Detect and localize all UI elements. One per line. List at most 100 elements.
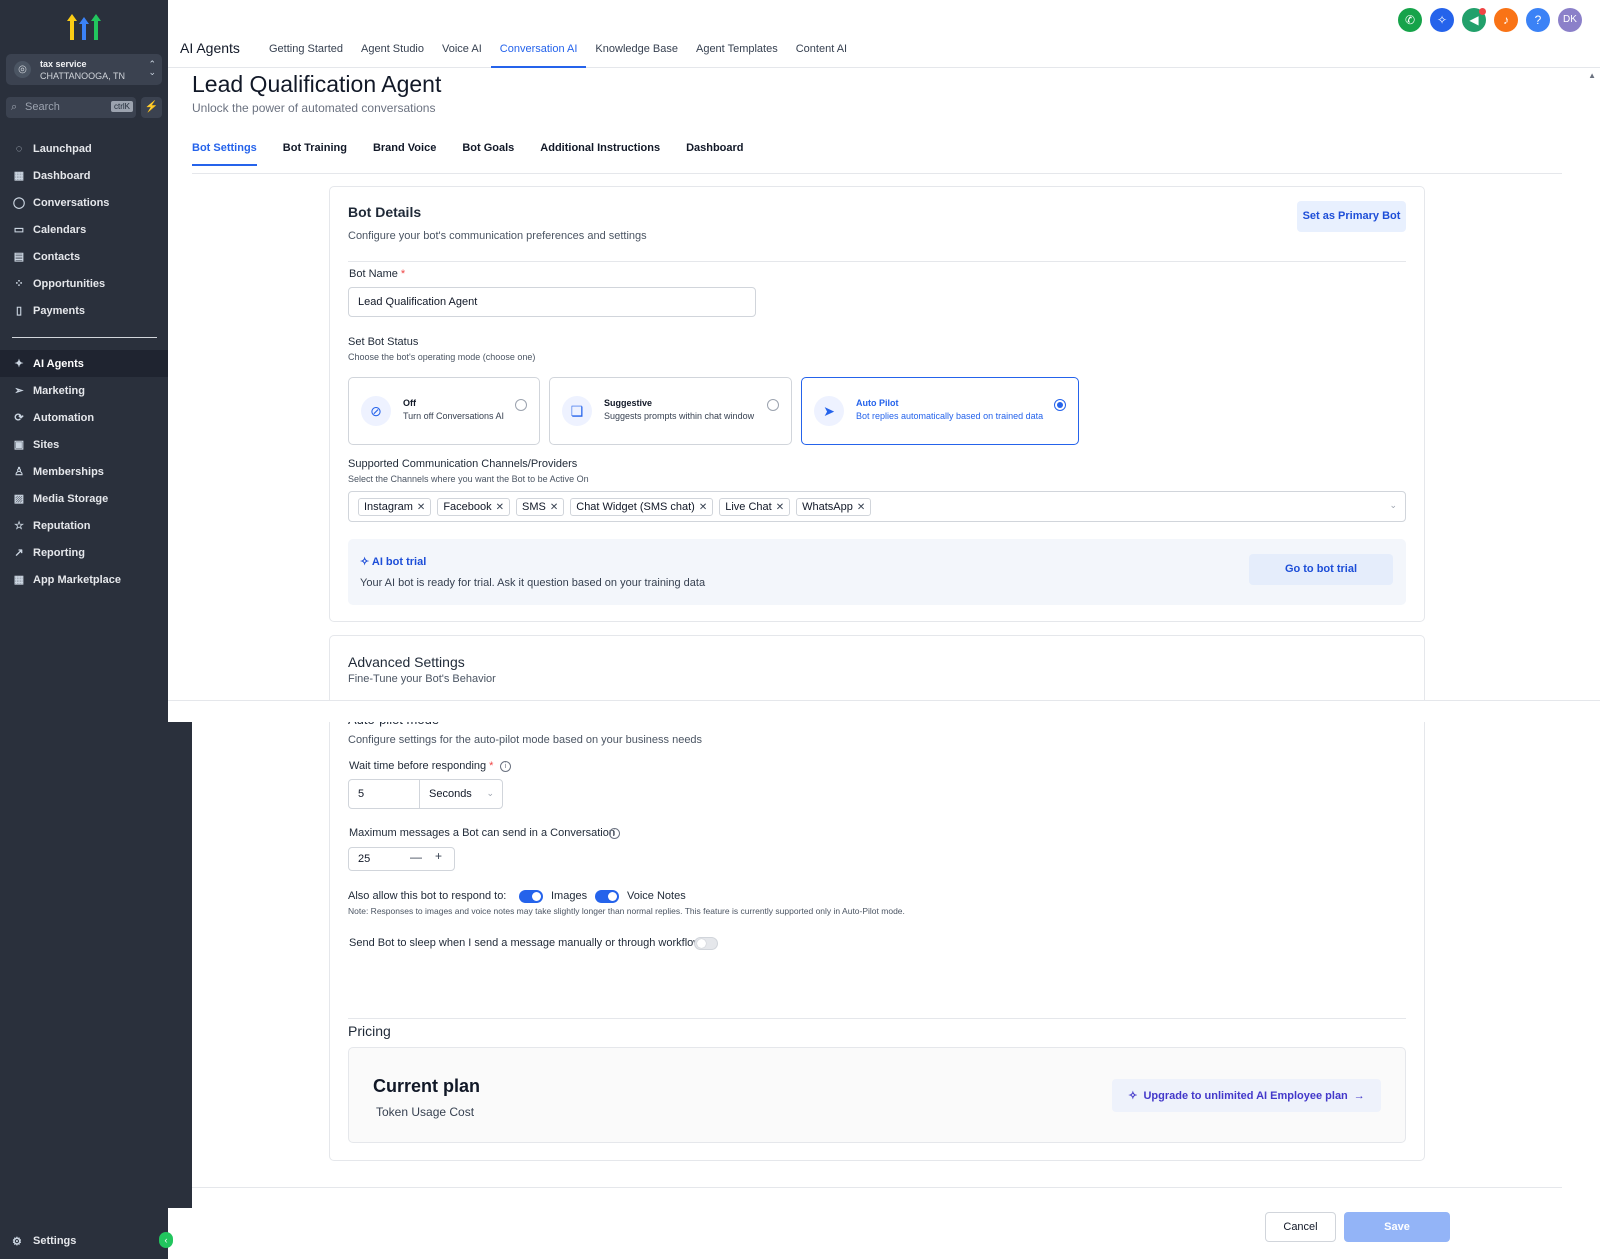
close-icon[interactable]: ✕ — [417, 502, 425, 513]
tab-agent-studio[interactable]: Agent Studio — [352, 36, 433, 68]
status-radio[interactable] — [515, 399, 527, 411]
star-icon: ☆ — [14, 520, 24, 532]
location-name: tax service — [40, 59, 87, 69]
tab-getting-started[interactable]: Getting Started — [260, 36, 352, 68]
go-to-bot-trial-button[interactable]: Go to bot trial — [1249, 554, 1393, 585]
status-option-desc: Bot replies automatically based on train… — [856, 411, 1044, 421]
header-actions: ✆ ✧ ◀ ♪ ? DK — [1398, 8, 1582, 32]
footer-divider — [192, 1187, 1562, 1188]
sidebar-collapse-button[interactable]: ‹ — [159, 1232, 173, 1248]
location-switcher[interactable]: ◎ tax service CHATTANOOGA, TN ⌃ ⌄ — [6, 54, 162, 85]
phone-icon[interactable]: ✆ — [1398, 8, 1422, 32]
pricing-title: Pricing — [348, 1023, 391, 1039]
sidebar-item-reputation[interactable]: ☆ Reputation — [0, 512, 168, 539]
sidebar-item-calendars[interactable]: ▭ Calendars — [0, 216, 168, 243]
navigation-icon: ➤ — [814, 396, 844, 426]
status-option-title: Auto Pilot — [856, 398, 899, 408]
tab-dashboard[interactable]: Dashboard — [686, 142, 743, 166]
respond-to-label: Also allow this bot to respond to: — [348, 890, 507, 902]
sidebar-item-settings[interactable]: ⚙ Settings — [0, 1228, 168, 1254]
sidebar-item-contacts[interactable]: ▤ Contacts — [0, 243, 168, 270]
chip-label: WhatsApp — [802, 501, 853, 513]
sidebar-item-marketing[interactable]: ➢ Marketing — [0, 377, 168, 404]
close-icon[interactable]: ✕ — [776, 502, 784, 513]
set-primary-bot-button[interactable]: Set as Primary Bot — [1297, 201, 1406, 232]
sidebar-item-automation[interactable]: ⟳ Automation — [0, 404, 168, 431]
sidebar-item-conversations[interactable]: ◯ Conversations — [0, 189, 168, 216]
tab-additional-instructions[interactable]: Additional Instructions — [540, 142, 660, 166]
sparkle-icon: ✦ — [14, 358, 24, 370]
reporting-icon: ↗ — [14, 547, 24, 559]
channel-chip: Chat Widget (SMS chat) ✕ — [570, 498, 714, 516]
tab-agent-templates[interactable]: Agent Templates — [687, 36, 787, 68]
bot-details-title: Bot Details — [348, 204, 422, 220]
apps-icon: ▦ — [13, 574, 25, 586]
tab-bot-training[interactable]: Bot Training — [283, 142, 347, 166]
status-option-auto-pilot[interactable]: ➤ Auto Pilot Bot replies automatically b… — [801, 377, 1079, 445]
save-button[interactable]: Save — [1344, 1212, 1450, 1242]
bell-icon[interactable]: ♪ — [1494, 8, 1518, 32]
plus-icon[interactable]: + — [435, 849, 442, 863]
close-icon[interactable]: ✕ — [857, 502, 865, 513]
images-toggle[interactable] — [519, 890, 543, 903]
sidebar-item-dashboard[interactable]: ▦ Dashboard — [0, 162, 168, 189]
bot-name-input[interactable]: Lead Qualification Agent — [348, 287, 756, 317]
user-avatar[interactable]: DK — [1558, 8, 1582, 32]
sidebar-item-memberships[interactable]: ♙ Memberships — [0, 458, 168, 485]
images-label: Images — [551, 890, 588, 902]
scroll-up-icon[interactable]: ▲ — [1588, 71, 1596, 80]
quick-action-button[interactable]: ⚡ — [141, 97, 162, 118]
sidebar-item-reporting[interactable]: ↗ Reporting — [0, 539, 168, 566]
sidebar-item-label: Marketing — [33, 384, 85, 397]
tab-content-ai[interactable]: Content AI — [787, 36, 856, 68]
close-icon[interactable]: ✕ — [550, 502, 558, 513]
sidebar-item-opportunities[interactable]: ⁘ Opportunities — [0, 270, 168, 297]
bot-details-subtitle: Configure your bot's communication prefe… — [348, 230, 647, 242]
tab-conversation-ai[interactable]: Conversation AI — [490, 36, 587, 68]
close-icon[interactable]: ✕ — [496, 502, 504, 513]
info-icon[interactable]: i — [500, 761, 511, 772]
channels-multiselect[interactable]: Instagram ✕ Facebook ✕ SMS ✕ Chat Widget (S… — [348, 491, 1406, 522]
app-title: AI Agents — [180, 40, 240, 56]
voice-notes-toggle[interactable] — [595, 890, 619, 903]
channel-chip: SMS ✕ — [516, 498, 565, 516]
status-option-suggestive[interactable]: ❏ Suggestive Suggests prompts within cha… — [549, 377, 792, 445]
sidebar-item-sites[interactable]: ▣ Sites — [0, 431, 168, 458]
channel-chip: Instagram ✕ — [358, 498, 432, 516]
cancel-button[interactable]: Cancel — [1265, 1212, 1336, 1242]
sidebar-item-media-storage[interactable]: ▨ Media Storage — [0, 485, 168, 512]
sleep-toggle[interactable] — [694, 937, 718, 950]
status-radio[interactable] — [767, 399, 779, 411]
sidebar-item-label: Reputation — [33, 519, 91, 532]
payments-icon: ▯ — [15, 305, 23, 317]
automation-icon: ⟳ — [14, 412, 24, 424]
tab-bot-goals[interactable]: Bot Goals — [462, 142, 514, 166]
close-icon[interactable]: ✕ — [699, 502, 707, 513]
required-marker: * — [400, 268, 406, 280]
app-logo[interactable] — [66, 12, 102, 42]
wait-unit-value: Seconds — [429, 788, 472, 800]
sidebar-item-launchpad[interactable]: ◌ Launchpad — [0, 135, 168, 162]
sidebar-search[interactable]: ⌕ Search ctrlK — [6, 97, 136, 118]
megaphone-icon[interactable]: ◀ — [1462, 8, 1486, 32]
sidebar-item-label: Automation — [33, 411, 95, 424]
minus-icon[interactable]: — — [410, 850, 422, 864]
sidebar-item-app-marketplace[interactable]: ▦ App Marketplace — [0, 566, 168, 593]
tab-bot-settings[interactable]: Bot Settings — [192, 142, 257, 166]
upgrade-plan-button[interactable]: ✧ Upgrade to unlimited AI Employee plan … — [1112, 1079, 1381, 1112]
sidebar-item-ai-agents[interactable]: ✦ AI Agents — [0, 350, 168, 377]
status-option-off[interactable]: ⊘ Off Turn off Conversations AI — [348, 377, 540, 445]
wait-unit-select[interactable]: Seconds ⌄ — [419, 779, 503, 809]
tab-voice-ai[interactable]: Voice AI — [433, 36, 491, 68]
dashboard-icon: ▦ — [13, 170, 25, 182]
ai-sparkle-icon[interactable]: ✧ — [1430, 8, 1454, 32]
bolt-icon: ⚡ — [144, 101, 159, 113]
wait-time-input[interactable]: 5 — [348, 779, 420, 809]
info-icon[interactable]: i — [609, 828, 620, 839]
tab-knowledge-base[interactable]: Knowledge Base — [586, 36, 687, 68]
status-radio[interactable] — [1054, 399, 1066, 411]
tab-brand-voice[interactable]: Brand Voice — [373, 142, 436, 166]
bot-status-label: Set Bot Status — [348, 336, 419, 348]
help-icon[interactable]: ? — [1526, 8, 1550, 32]
sidebar-item-payments[interactable]: ▯ Payments — [0, 297, 168, 324]
